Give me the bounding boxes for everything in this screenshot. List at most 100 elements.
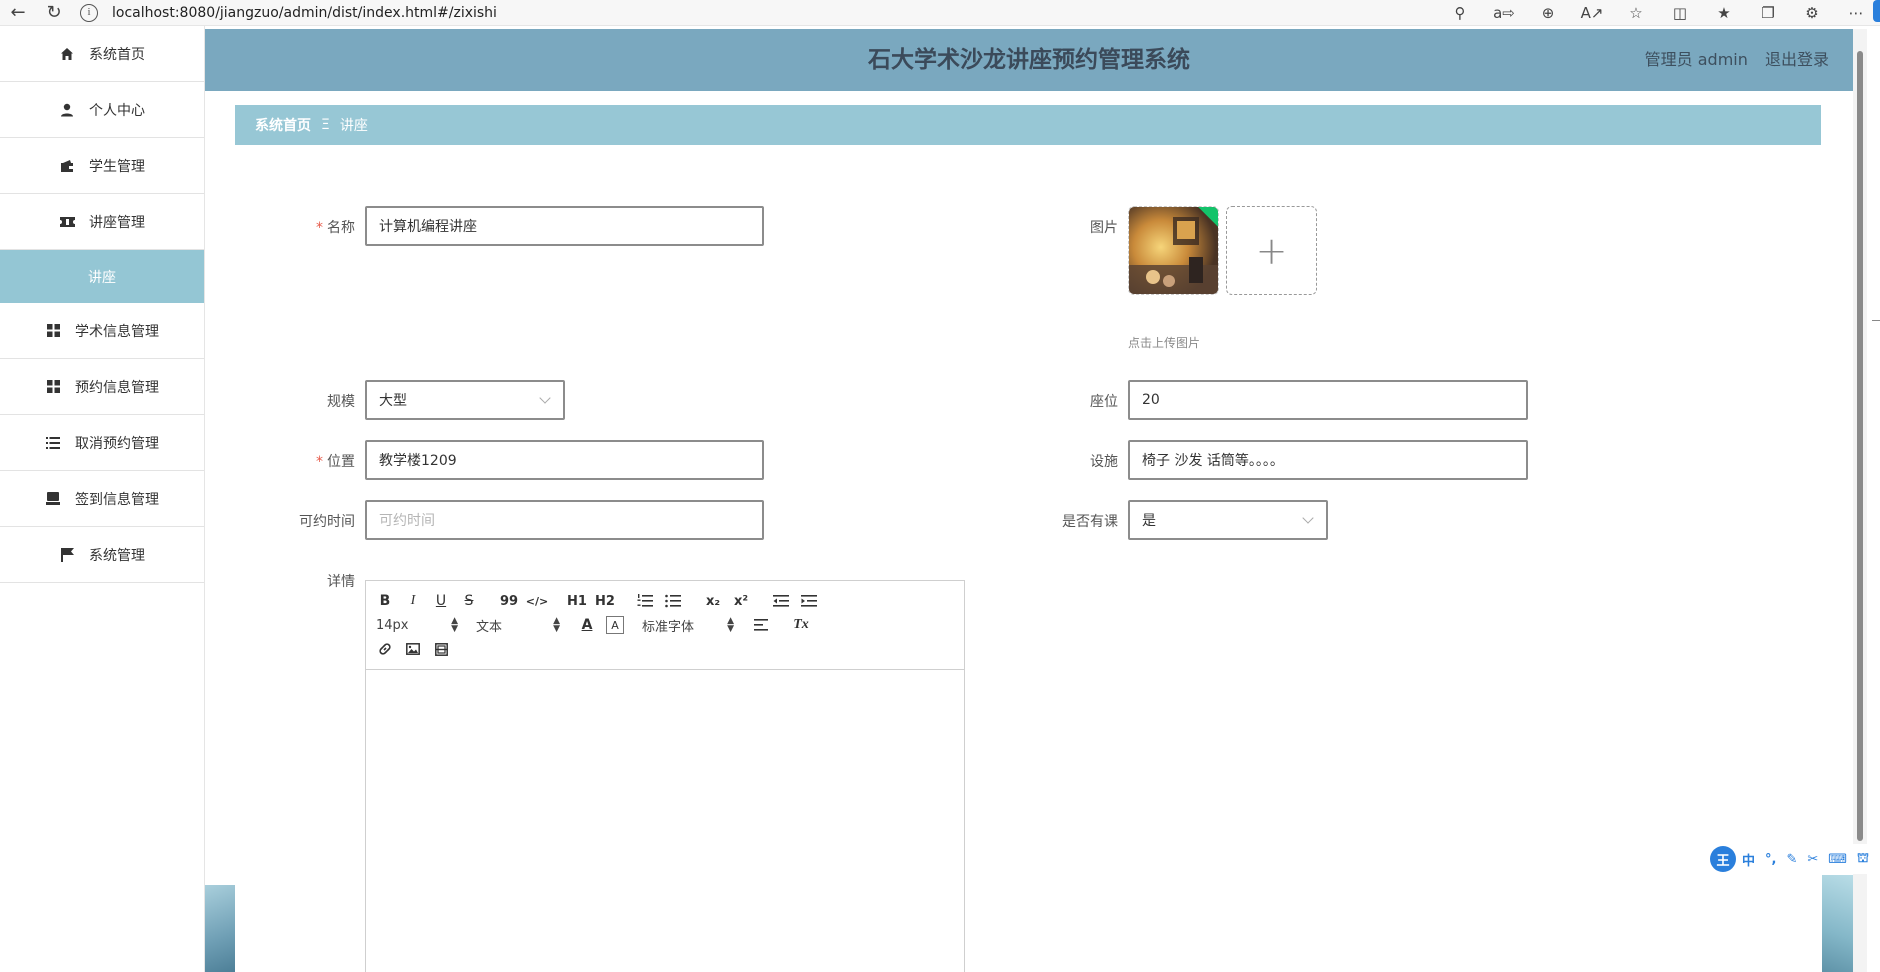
- list-icon: [45, 435, 61, 451]
- system-title: 石大学术沙龙讲座预约管理系统: [868, 47, 1190, 73]
- address-bar[interactable]: i localhost:8080/jiangzuo/admin/dist/ind…: [72, 2, 497, 24]
- uploaded-image-thumbnail[interactable]: [1128, 206, 1219, 295]
- keyboard-icon[interactable]: ⌨: [1828, 852, 1847, 867]
- heading-1-icon[interactable]: H1: [567, 592, 587, 610]
- sidebar-item-students[interactable]: 学生管理: [0, 138, 204, 194]
- ime-language-toggle[interactable]: 中: [1742, 850, 1755, 869]
- font-size-select[interactable]: 14px ▲ ▼: [376, 617, 458, 634]
- breadcrumb-separator: Ξ: [321, 117, 330, 133]
- more-icon[interactable]: ⋯: [1842, 0, 1870, 26]
- subscript-icon[interactable]: x₂: [704, 592, 722, 610]
- required-mark: *: [316, 220, 323, 236]
- video-icon[interactable]: [432, 640, 450, 658]
- rich-text-editor[interactable]: B I U S 99 </> H1 H2 x₂ x² 14px ▲ ▼ 文本 ▲…: [365, 580, 965, 972]
- has-class-select[interactable]: 是: [1128, 500, 1328, 540]
- ordered-list-icon[interactable]: [636, 592, 654, 610]
- superscript-icon[interactable]: x²: [732, 592, 750, 610]
- sidebar-item-label: 签到信息管理: [75, 491, 159, 508]
- key-icon[interactable]: ⚲: [1446, 0, 1474, 26]
- font-family-select[interactable]: 标准字体 ▲ ▼: [642, 616, 734, 635]
- heading-2-icon[interactable]: H2: [595, 592, 615, 610]
- ime-toolbar[interactable]: 王 中 °, ✎ ✂ ⌨ ⛫: [1710, 844, 1879, 874]
- flag-icon: [59, 547, 75, 563]
- underline-icon[interactable]: U: [432, 592, 450, 610]
- read-aloud-icon[interactable]: A↗: [1578, 0, 1606, 26]
- name-label: * 名称: [316, 220, 355, 236]
- strikethrough-icon[interactable]: S: [460, 592, 478, 610]
- sidebar-item-label: 讲座管理: [89, 214, 145, 231]
- upload-image-button[interactable]: +: [1226, 206, 1317, 295]
- sidebar-item-lectures[interactable]: 讲座管理: [0, 194, 204, 250]
- skin-icon[interactable]: ⛫: [1857, 851, 1869, 868]
- bold-icon[interactable]: B: [376, 592, 394, 610]
- font-color-icon[interactable]: A: [578, 616, 596, 634]
- header-user-area: 管理员 admin 退出登录: [1633, 29, 1829, 91]
- scale-selected-value: 大型: [379, 393, 407, 409]
- extensions-icon[interactable]: ⚙: [1798, 0, 1826, 26]
- zoom-icon[interactable]: ⊕: [1534, 0, 1562, 26]
- sidebar-item-label: 系统首页: [89, 46, 145, 63]
- has-class-selected-value: 是: [1142, 513, 1156, 529]
- editor-toolbar: B I U S 99 </> H1 H2 x₂ x² 14px ▲ ▼ 文本 ▲…: [366, 581, 964, 670]
- collections-icon[interactable]: ❐: [1754, 0, 1782, 26]
- sidebar-item-academic-info[interactable]: 学术信息管理: [0, 303, 204, 359]
- grid-icon: [45, 323, 61, 339]
- scrollbar-thumb[interactable]: [1857, 51, 1863, 841]
- seats-label: 座位: [1090, 394, 1118, 410]
- refresh-icon[interactable]: ↻: [36, 0, 72, 26]
- background-color-icon[interactable]: A: [606, 616, 624, 634]
- facilities-input[interactable]: 椅子 沙发 话筒等。。。。: [1128, 440, 1528, 480]
- chevron-down-icon: [1302, 512, 1314, 524]
- sidebar-item-reservations[interactable]: 预约信息管理: [0, 359, 204, 415]
- outdent-icon[interactable]: [772, 592, 790, 610]
- home-icon: [59, 46, 75, 62]
- editor-content-area[interactable]: [366, 670, 964, 970]
- code-block-icon[interactable]: </>: [526, 592, 548, 610]
- favorites-list-icon[interactable]: ★: [1710, 0, 1738, 26]
- sidebar-item-profile[interactable]: 个人中心: [0, 82, 204, 138]
- breadcrumb: 系统首页 Ξ 讲座: [235, 105, 1821, 145]
- ime-punctuation-toggle[interactable]: °,: [1765, 852, 1776, 867]
- sidebar-item-checkins[interactable]: 签到信息管理: [0, 471, 204, 527]
- link-icon[interactable]: [376, 640, 394, 658]
- indent-icon[interactable]: [800, 592, 818, 610]
- sidebar-item-home[interactable]: 系统首页: [0, 26, 204, 82]
- back-icon[interactable]: ←: [0, 0, 36, 26]
- bullet-list-icon[interactable]: [664, 592, 682, 610]
- sidebar-item-cancellations[interactable]: 取消预约管理: [0, 415, 204, 471]
- chevron-down-icon: [539, 392, 551, 404]
- page-scrollbar[interactable]: [1853, 29, 1867, 972]
- name-input[interactable]: 计算机编程讲座: [365, 206, 764, 246]
- logout-link[interactable]: 退出登录: [1765, 50, 1829, 69]
- scissors-icon[interactable]: ✂: [1807, 852, 1818, 867]
- pen-icon[interactable]: ✎: [1786, 852, 1797, 867]
- sidebar-item-system[interactable]: 系统管理: [0, 527, 204, 583]
- seats-input[interactable]: 20: [1128, 380, 1528, 420]
- time-input[interactable]: 可约时间: [365, 500, 764, 540]
- ime-logo-icon[interactable]: 王: [1710, 846, 1736, 872]
- split-screen-icon[interactable]: ◫: [1666, 0, 1694, 26]
- sidebar: 系统首页 个人中心 学生管理 讲座管理 讲座 学术信息管理 预约信息管理 取消预…: [0, 26, 205, 972]
- url-text[interactable]: localhost:8080/jiangzuo/admin/dist/index…: [112, 5, 497, 21]
- image-label: 图片: [1090, 220, 1118, 236]
- profile-edge-icon[interactable]: [1873, 0, 1880, 22]
- scale-select[interactable]: 大型: [365, 380, 565, 420]
- sidebar-subitem-lecture[interactable]: 讲座: [0, 250, 204, 303]
- location-input[interactable]: 教学楼1209: [365, 440, 764, 480]
- breadcrumb-home[interactable]: 系统首页: [255, 115, 311, 135]
- italic-icon[interactable]: I: [404, 592, 422, 610]
- sidebar-item-label: 学生管理: [89, 158, 145, 175]
- upload-tip: 点击上传图片: [1128, 336, 1201, 350]
- required-mark: *: [316, 454, 323, 470]
- site-info-icon[interactable]: i: [80, 3, 98, 22]
- grid-icon: [45, 379, 61, 395]
- ticket-icon: [59, 214, 75, 230]
- align-icon[interactable]: [752, 616, 770, 634]
- top-header: 石大学术沙龙讲座预约管理系统 管理员 admin 退出登录: [205, 29, 1853, 91]
- favorite-icon[interactable]: ☆: [1622, 0, 1650, 26]
- header-format-select[interactable]: 文本 ▲ ▼: [476, 616, 560, 635]
- blockquote-icon[interactable]: 99: [500, 592, 518, 610]
- clear-format-icon[interactable]: Tx: [792, 616, 810, 634]
- translate-icon[interactable]: a⇨: [1490, 0, 1518, 26]
- image-icon[interactable]: [404, 640, 422, 658]
